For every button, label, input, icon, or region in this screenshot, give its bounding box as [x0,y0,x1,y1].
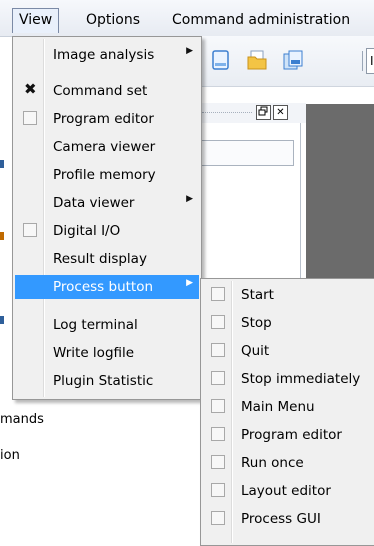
submenu-item-main-menu[interactable]: Main Menu [203,395,373,419]
menu-item-label: Write logfile [53,345,135,361]
submenu-arrow-icon: ▶ [186,194,193,204]
open-folder-icon[interactable] [246,49,268,71]
menu-item-label: Profile memory [53,167,156,183]
checkbox[interactable] [211,371,225,385]
menu-item-profile-memory[interactable]: Profile memory [15,163,199,187]
menu-item-image-analysis[interactable]: Image analysis ▶ [15,43,199,67]
menu-item-write-logfile[interactable]: Write logfile [15,341,199,365]
menu-item-label: Result display [53,251,147,267]
menu-item-label: Image analysis [53,47,155,63]
menu-item-plugin-statistic[interactable]: Plugin Statistic [15,369,199,393]
menu-item-log-terminal[interactable]: Log terminal [15,313,199,337]
submenu-item-run-once[interactable]: Run once [203,451,373,475]
document-icon[interactable] [210,49,232,71]
menu-item-label: Data viewer [53,195,135,211]
restore-icon[interactable] [256,105,271,120]
menu-item-digital-io[interactable]: Digital I/O [15,219,199,243]
submenu-item-program-editor[interactable]: Program editor [203,423,373,447]
submenu-item-label: Quit [241,343,270,359]
tree-marker [0,316,4,324]
view-menu: Image analysis ▶ ✖ Command set Program e… [12,36,202,400]
menu-item-label: Camera viewer [53,139,156,155]
checkbox[interactable] [211,483,225,497]
checkbox[interactable] [211,399,225,413]
process-button-submenu: Start Stop Quit Stop immediately Main Me… [200,278,374,546]
menu-item-label: Command set [53,83,148,99]
checkbox[interactable] [211,287,225,301]
menu-item-label: Program editor [53,111,154,127]
submenu-item-label: Stop [241,315,272,331]
menu-item-data-viewer[interactable]: Data viewer ▶ [15,191,199,215]
submenu-item-process-gui[interactable]: Process GUI [203,507,373,531]
submenu-item-label: Stop immediately [241,371,361,387]
toolbar: I [196,36,374,87]
checkbox[interactable] [211,511,225,525]
menu-view[interactable]: View [12,8,60,33]
menu-item-label: Plugin Statistic [53,373,154,389]
submenu-item-label: Run once [241,455,304,471]
menu-item-process-button[interactable]: Process button ▶ [15,275,199,299]
submenu-item-stop-immediately[interactable]: Stop immediately [203,367,373,391]
menu-item-label: Process button [53,279,154,295]
background-label: mands [0,412,44,427]
submenu-item-stop[interactable]: Stop [203,311,373,335]
submenu-item-label: Layout editor [241,483,331,499]
submenu-item-label: Program editor [241,427,342,443]
toolbar-separator [362,51,363,71]
submenu-arrow-icon: ▶ [186,278,193,288]
close-icon[interactable]: ✕ [273,105,288,120]
panel-grip [202,112,252,113]
menu-item-label: Digital I/O [53,223,121,239]
menu-options[interactable]: Options [80,8,146,32]
submenu-item-label: Main Menu [241,399,315,415]
submenu-item-quit[interactable]: Quit [203,339,373,363]
menu-item-program-editor[interactable]: Program editor [15,107,199,131]
save-icon[interactable] [282,49,304,71]
menu-item-command-set[interactable]: ✖ Command set [15,79,199,103]
menubar: View Options Command administration [0,0,374,37]
checkbox[interactable] [23,223,37,237]
menu-item-label: Log terminal [53,317,138,333]
submenu-item-label: Process GUI [241,511,321,527]
panel-list-header[interactable] [196,140,294,166]
menu-command-administration[interactable]: Command administration [166,8,356,32]
menu-item-camera-viewer[interactable]: Camera viewer [15,135,199,159]
tree-marker [0,160,4,168]
menu-item-result-display[interactable]: Result display [15,247,199,271]
toolbar-field[interactable]: I [366,48,374,74]
submenu-item-label: Start [241,287,274,303]
checkbox[interactable] [211,343,225,357]
background-label: ion [0,448,20,463]
submenu-item-start[interactable]: Start [203,283,373,307]
panel-header: ✕ [196,103,306,123]
checkbox[interactable] [211,315,225,329]
checkbox[interactable] [211,455,225,469]
checkbox[interactable] [23,111,37,125]
checkbox[interactable] [211,427,225,441]
tree-marker [0,232,4,240]
submenu-arrow-icon: ▶ [186,46,193,56]
submenu-item-layout-editor[interactable]: Layout editor [203,479,373,503]
check-icon: ✖ [24,80,37,98]
